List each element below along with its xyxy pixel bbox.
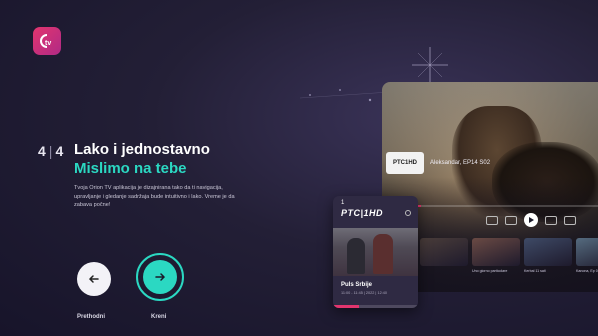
channel-name: PTC|1HD [341, 208, 384, 218]
channel-number: 1 [341, 200, 345, 206]
next-button-label: Kreni [151, 314, 167, 320]
thumbnail-caption: Uno giorno particolare [472, 269, 508, 273]
channel-chip: PTC1HD [386, 152, 424, 174]
play-icon [529, 217, 534, 223]
page-subtitle: Mislimo na tebe [74, 160, 187, 177]
now-playing-title: Aleksandar, EP14 S02 [430, 160, 491, 166]
thumbnail-caption: Kerbal 11 sati [524, 269, 546, 273]
play-button[interactable] [524, 213, 538, 227]
arrow-right-icon [155, 273, 166, 281]
forward-button[interactable] [545, 215, 557, 225]
svg-text:tv: tv [45, 40, 51, 47]
sparkle-icon [412, 47, 448, 83]
thumbnail-item[interactable]: Kanona, Ep 03 [576, 238, 598, 273]
thumbnail-row: Uno giorno particolare Kerbal 11 sati Kano… [420, 238, 598, 273]
rewind-button[interactable] [486, 215, 498, 225]
person-figure [347, 238, 365, 274]
sparkle-trail-icon [300, 89, 390, 102]
fast-forward-button[interactable] [564, 215, 576, 225]
show-progress-fill [333, 305, 359, 308]
back-button[interactable] [505, 215, 517, 225]
next-button[interactable] [143, 260, 177, 294]
person-figure [373, 234, 393, 274]
thumbnail-item[interactable] [420, 238, 468, 266]
thumbnail-caption: Kanona, Ep 03 [576, 269, 598, 273]
more-icon[interactable] [405, 210, 411, 216]
page-title: Lako i jednostavno [74, 141, 210, 158]
page-description: Tvoja Orion TV aplikacija je dizajnirana… [74, 185, 235, 209]
thumbnail-item[interactable]: Kerbal 11 sati [524, 238, 572, 273]
app-logo: tv [33, 27, 61, 55]
previous-button-label: Prethodni [77, 314, 105, 320]
arrow-left-icon [88, 275, 99, 283]
step-total: 4 [55, 143, 65, 159]
tv-logo-icon: tv [40, 34, 51, 48]
thumbnail-item[interactable]: Uno giorno particolare [472, 238, 520, 273]
show-meta: 11:00 - 11:45 | 2022 | 12:40 [341, 291, 387, 295]
step-indicator: 4 | 4 [38, 143, 64, 159]
previous-button[interactable] [77, 262, 111, 296]
channel-image [333, 228, 418, 276]
show-progress-bar [333, 305, 418, 308]
step-current: 4 [38, 143, 47, 159]
player-controls [486, 213, 576, 227]
step-separator: | [48, 143, 54, 159]
show-title: Puls Srbije [341, 282, 373, 288]
channel-card[interactable]: 1 PTC|1HD Puls Srbije 11:00 - 11:45 | 20… [333, 196, 418, 308]
